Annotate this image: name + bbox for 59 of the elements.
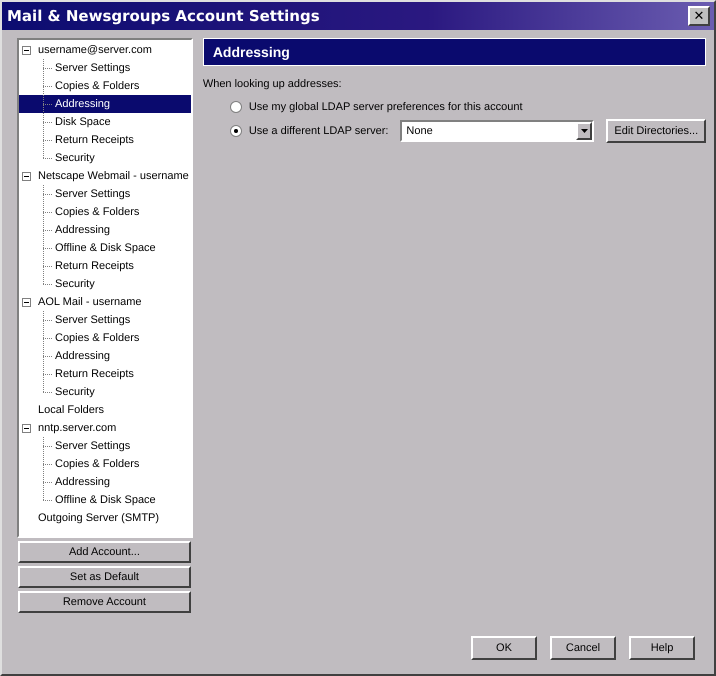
close-button[interactable]: ✕ [688,6,710,26]
tree-item[interactable]: AOL Mail - username [36,295,144,309]
account-button[interactable]: Set as Default [18,566,191,588]
option-label[interactable]: Use a different LDAP server: [248,125,388,137]
account-button[interactable]: Add Account... [18,541,191,563]
window-title: Mail & Newsgroups Account Settings [7,7,320,25]
tree-item[interactable]: Security [53,277,97,291]
collapse-icon[interactable] [22,424,31,432]
tree-item[interactable]: Copies & Folders [53,331,142,345]
tree-item[interactable]: nntp.server.com [36,421,118,435]
tree-item[interactable]: Copies & Folders [53,205,142,219]
tree-item[interactable]: Addressing [53,349,112,363]
prompt-text: When looking up addresses: [202,78,343,90]
tree-line [43,95,53,113]
radio-button[interactable] [230,125,242,137]
tree-line [43,113,53,131]
collapse-icon[interactable] [22,172,31,180]
tree-item[interactable]: username@server.com [36,43,154,57]
tree-item[interactable]: Offline & Disk Space [53,493,158,507]
tree-line [43,239,53,257]
option-label[interactable]: Use my global LDAP server preferences for this account [248,101,523,113]
tree-item[interactable]: Netscape Webmail - username [36,169,191,183]
tree-item[interactable]: Server Settings [53,187,132,201]
tree-line [43,437,53,455]
tree-item[interactable]: Return Receipts [53,133,136,147]
tree-item[interactable]: Security [53,385,97,399]
tree-item[interactable]: Outgoing Server (SMTP) [36,511,162,525]
tree-item[interactable]: Addressing [53,475,112,489]
tree-line [43,329,53,347]
tree-line [43,455,53,473]
dialog-button[interactable]: Cancel [550,636,616,660]
dialog-button[interactable]: OK [471,636,537,660]
tree-line [43,221,53,239]
collapse-icon[interactable] [22,298,31,306]
tree-item[interactable]: Offline & Disk Space [53,241,158,255]
tree-line [43,77,53,95]
tree-item[interactable]: Server Settings [53,313,132,327]
tree-item[interactable]: Addressing [53,223,112,237]
collapse-icon[interactable] [22,46,31,54]
tree-item[interactable]: Disk Space [53,115,113,129]
tree-item[interactable]: Return Receipts [53,367,136,381]
tree-line [43,347,53,365]
radio-button[interactable] [230,101,242,113]
tree-item[interactable]: Copies & Folders [53,457,142,471]
tree-line [43,59,53,77]
tree-item[interactable]: Server Settings [53,61,132,75]
panel-title: Addressing [202,38,706,66]
tree-item[interactable]: Server Settings [53,439,132,453]
tree-item[interactable]: Copies & Folders [53,79,142,93]
edit-directories-button[interactable]: Edit Directories... [606,119,706,143]
account-button[interactable]: Remove Account [18,591,191,613]
tree-line [43,203,53,221]
tree-item[interactable]: Local Folders [36,403,106,417]
server-select[interactable]: None [400,120,594,142]
tree-item[interactable]: Return Receipts [53,259,136,273]
tree-item[interactable]: Security [53,151,97,165]
tree-line [43,311,53,329]
tree-line [43,185,53,203]
dialog-button[interactable]: Help [629,636,695,660]
